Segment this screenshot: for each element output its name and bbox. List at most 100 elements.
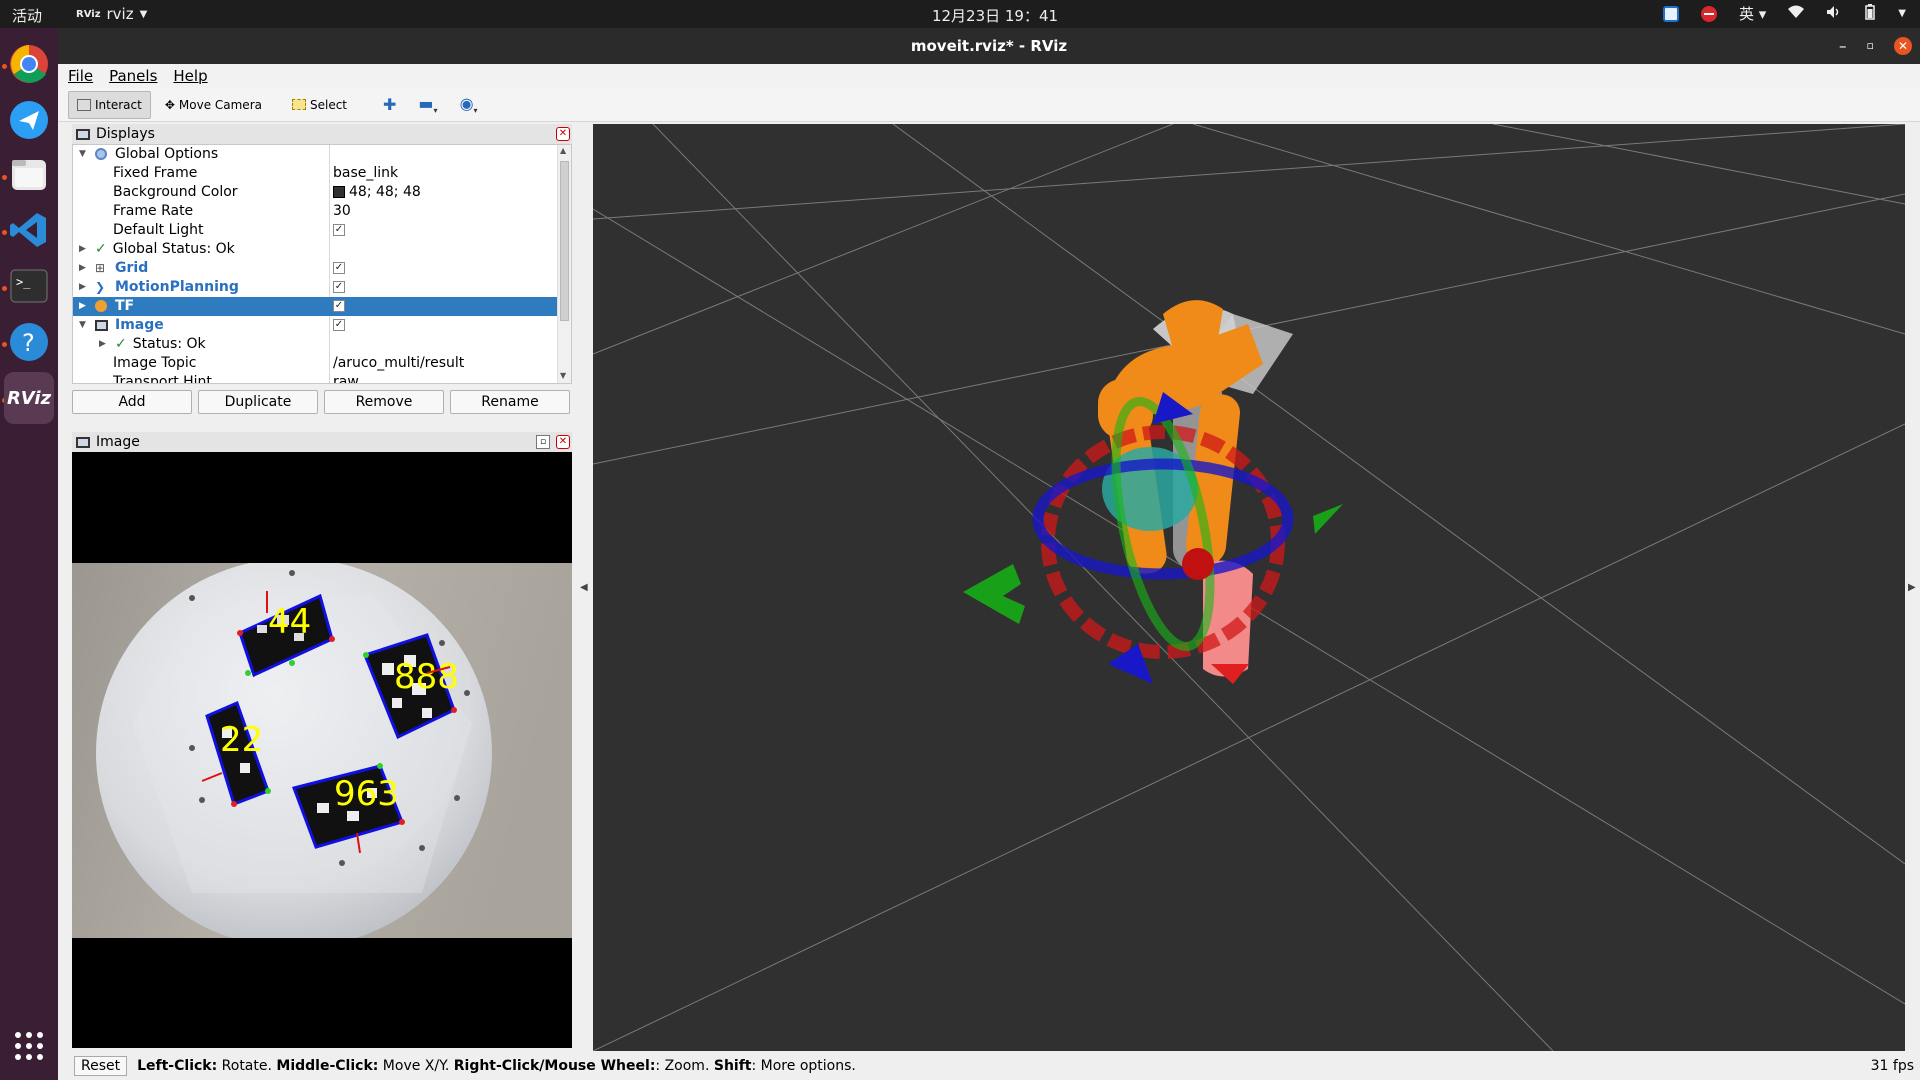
tree-label: Global Status: Ok — [112, 241, 235, 257]
chrome-icon[interactable] — [7, 42, 51, 86]
image-panel-title: Image — [96, 434, 140, 450]
panel-float-icon[interactable]: ▫ — [536, 435, 550, 449]
displays-panel: Displays ✕ ▼ Global Options Fixed Frame … — [72, 124, 572, 421]
help-icon[interactable]: ? — [7, 320, 51, 364]
tree-label: Default Light — [113, 222, 204, 238]
scroll-up-icon[interactable]: ▲ — [560, 146, 566, 155]
scrollbar-thumb[interactable] — [560, 161, 569, 321]
checkbox[interactable]: ✓ — [333, 262, 345, 274]
select-box-icon — [291, 99, 306, 110]
right-splitter[interactable]: ▶ — [1905, 124, 1920, 1051]
terminal-icon[interactable]: >_ — [7, 264, 51, 308]
input-method-indicator[interactable]: 英 ▾ — [1739, 3, 1766, 24]
tree-value[interactable]: raw — [333, 373, 359, 383]
menu-panels[interactable]: Panels — [109, 67, 157, 85]
move-camera-tool-button[interactable]: ✥ Move Camera — [157, 91, 270, 119]
battery-icon[interactable] — [1864, 3, 1876, 24]
maximize-icon[interactable]: ▫ — [1867, 28, 1874, 64]
system-menu-chevron-icon[interactable]: ▼ — [1898, 8, 1906, 19]
window-title: moveit.rviz* - RViz — [910, 37, 1068, 55]
tree-value[interactable]: 48; 48; 48 — [333, 183, 421, 202]
vscode-icon[interactable] — [7, 208, 51, 252]
minimize-icon[interactable]: – — [1839, 28, 1847, 64]
checkbox[interactable]: ✓ — [333, 224, 345, 236]
3d-render-view[interactable] — [593, 124, 1905, 1051]
tree-row-transport-hint[interactable]: Transport Hint raw — [73, 373, 557, 383]
displays-scrollbar[interactable]: ▲ ▼ — [557, 145, 571, 383]
volume-icon[interactable] — [1826, 5, 1842, 23]
title-bar[interactable]: moveit.rviz* - RViz – ▫ ✕ — [58, 28, 1920, 64]
add-tool-icon[interactable]: ✚ — [375, 95, 404, 114]
grid-icon: ⊞ — [95, 261, 106, 275]
checkbox[interactable]: ✓ — [333, 300, 345, 312]
remove-tool-icon[interactable]: ▬▾ — [410, 94, 445, 115]
close-icon[interactable]: ✕ — [1894, 37, 1912, 55]
tree-row-motion-planning[interactable]: ▶ ❯ MotionPlanning ✓ — [73, 278, 557, 297]
menu-file[interactable]: File — [68, 67, 93, 85]
remove-button[interactable]: Remove — [324, 390, 444, 414]
tree-value: ✓ — [333, 221, 345, 240]
tree-row-global-status[interactable]: ▶ ✓ Global Status: Ok — [73, 240, 557, 259]
tree-row-background-color[interactable]: Background Color 48; 48; 48 — [73, 183, 557, 202]
status-bar: Reset Left-Click: Rotate. Middle-Click: … — [58, 1052, 1920, 1080]
tree-row-image[interactable]: ▼ Image ✓ — [73, 316, 557, 335]
panel-close-icon[interactable]: ✕ — [556, 127, 570, 141]
scroll-down-icon[interactable]: ▼ — [560, 371, 566, 380]
tree-row-tf[interactable]: ▶ TF ✓ — [73, 297, 557, 316]
tree-row-grid[interactable]: ▶ ⊞ Grid ✓ — [73, 259, 557, 278]
checkbox[interactable]: ✓ — [333, 319, 345, 331]
image-panel: Image ▫ ✕ 44 888 22 963 — [72, 432, 572, 1080]
tree-row-fixed-frame[interactable]: Fixed Frame base_link — [73, 164, 557, 183]
rename-button[interactable]: Rename — [450, 390, 570, 414]
menu-help[interactable]: Help — [173, 67, 207, 85]
collapsed-arrow-icon[interactable]: ▶ — [79, 259, 86, 278]
expand-arrow-icon[interactable]: ▼ — [79, 316, 86, 335]
files-icon[interactable] — [7, 152, 51, 196]
select-tool-button[interactable]: Select — [284, 91, 355, 119]
system-tray: 英 ▾ ▼ — [1662, 3, 1906, 24]
messenger-icon[interactable] — [7, 98, 51, 142]
expand-arrow-icon[interactable]: ▼ — [79, 145, 86, 164]
rviz-dock-icon[interactable]: RViz — [4, 372, 54, 424]
add-button[interactable]: Add — [72, 390, 192, 414]
camera-image-view[interactable]: 44 888 22 963 — [72, 452, 572, 1048]
tree-value[interactable]: base_link — [333, 164, 398, 183]
tree-label: Image — [115, 317, 164, 333]
tree-row-image-status[interactable]: ▶ ✓ Status: Ok — [73, 335, 557, 354]
collapsed-arrow-icon[interactable]: ▶ — [79, 297, 86, 316]
collapse-right-icon[interactable]: ▶ — [1908, 582, 1916, 593]
reset-button[interactable]: Reset — [74, 1056, 128, 1076]
collapsed-arrow-icon[interactable]: ▶ — [79, 240, 86, 259]
tree-label: Status: Ok — [132, 336, 206, 352]
cursor-hand-icon — [77, 98, 91, 111]
tree-value: ✓ — [333, 316, 345, 335]
toolbar: Interact ✥ Move Camera Select ✚ ▬▾ ◉▾ — [58, 88, 1920, 122]
marker-id-label: 44 — [268, 602, 311, 642]
tree-value: ✓ — [333, 297, 345, 316]
tree-value[interactable]: 30 — [333, 202, 351, 221]
duplicate-button[interactable]: Duplicate — [198, 390, 318, 414]
tree-value[interactable]: /aruco_multi/result — [333, 354, 464, 373]
eye-view-icon[interactable]: ◉▾ — [452, 94, 486, 115]
tree-label: Global Options — [115, 146, 219, 162]
collapsed-arrow-icon[interactable]: ▶ — [79, 278, 86, 297]
tree-row-frame-rate[interactable]: Frame Rate 30 — [73, 202, 557, 221]
panel-close-icon[interactable]: ✕ — [556, 435, 570, 449]
collapsed-arrow-icon[interactable]: ▶ — [99, 335, 106, 354]
color-swatch[interactable] — [333, 186, 345, 198]
collapse-left-icon[interactable]: ◀ — [580, 582, 588, 593]
fps-readout: 31 fps — [1870, 1058, 1914, 1074]
tree-row-default-light[interactable]: Default Light ✓ — [73, 221, 557, 240]
tree-row-image-topic[interactable]: Image Topic /aruco_multi/result — [73, 354, 557, 373]
marker-id-label: 22 — [220, 720, 263, 760]
clock[interactable]: 12月23日 19：41 — [0, 5, 1920, 26]
do-not-disturb-icon[interactable] — [1700, 5, 1717, 22]
show-apps-grid-icon[interactable] — [7, 1024, 51, 1068]
displays-panel-header: Displays ✕ — [72, 124, 572, 144]
wifi-icon[interactable] — [1788, 5, 1805, 23]
checkbox[interactable]: ✓ — [333, 281, 345, 293]
interact-tool-button[interactable]: Interact — [68, 90, 151, 119]
app-indicator-icon[interactable] — [1662, 5, 1679, 22]
tree-row-global-options[interactable]: ▼ Global Options — [73, 145, 557, 164]
panel-splitter[interactable]: ◀ — [576, 124, 593, 1051]
